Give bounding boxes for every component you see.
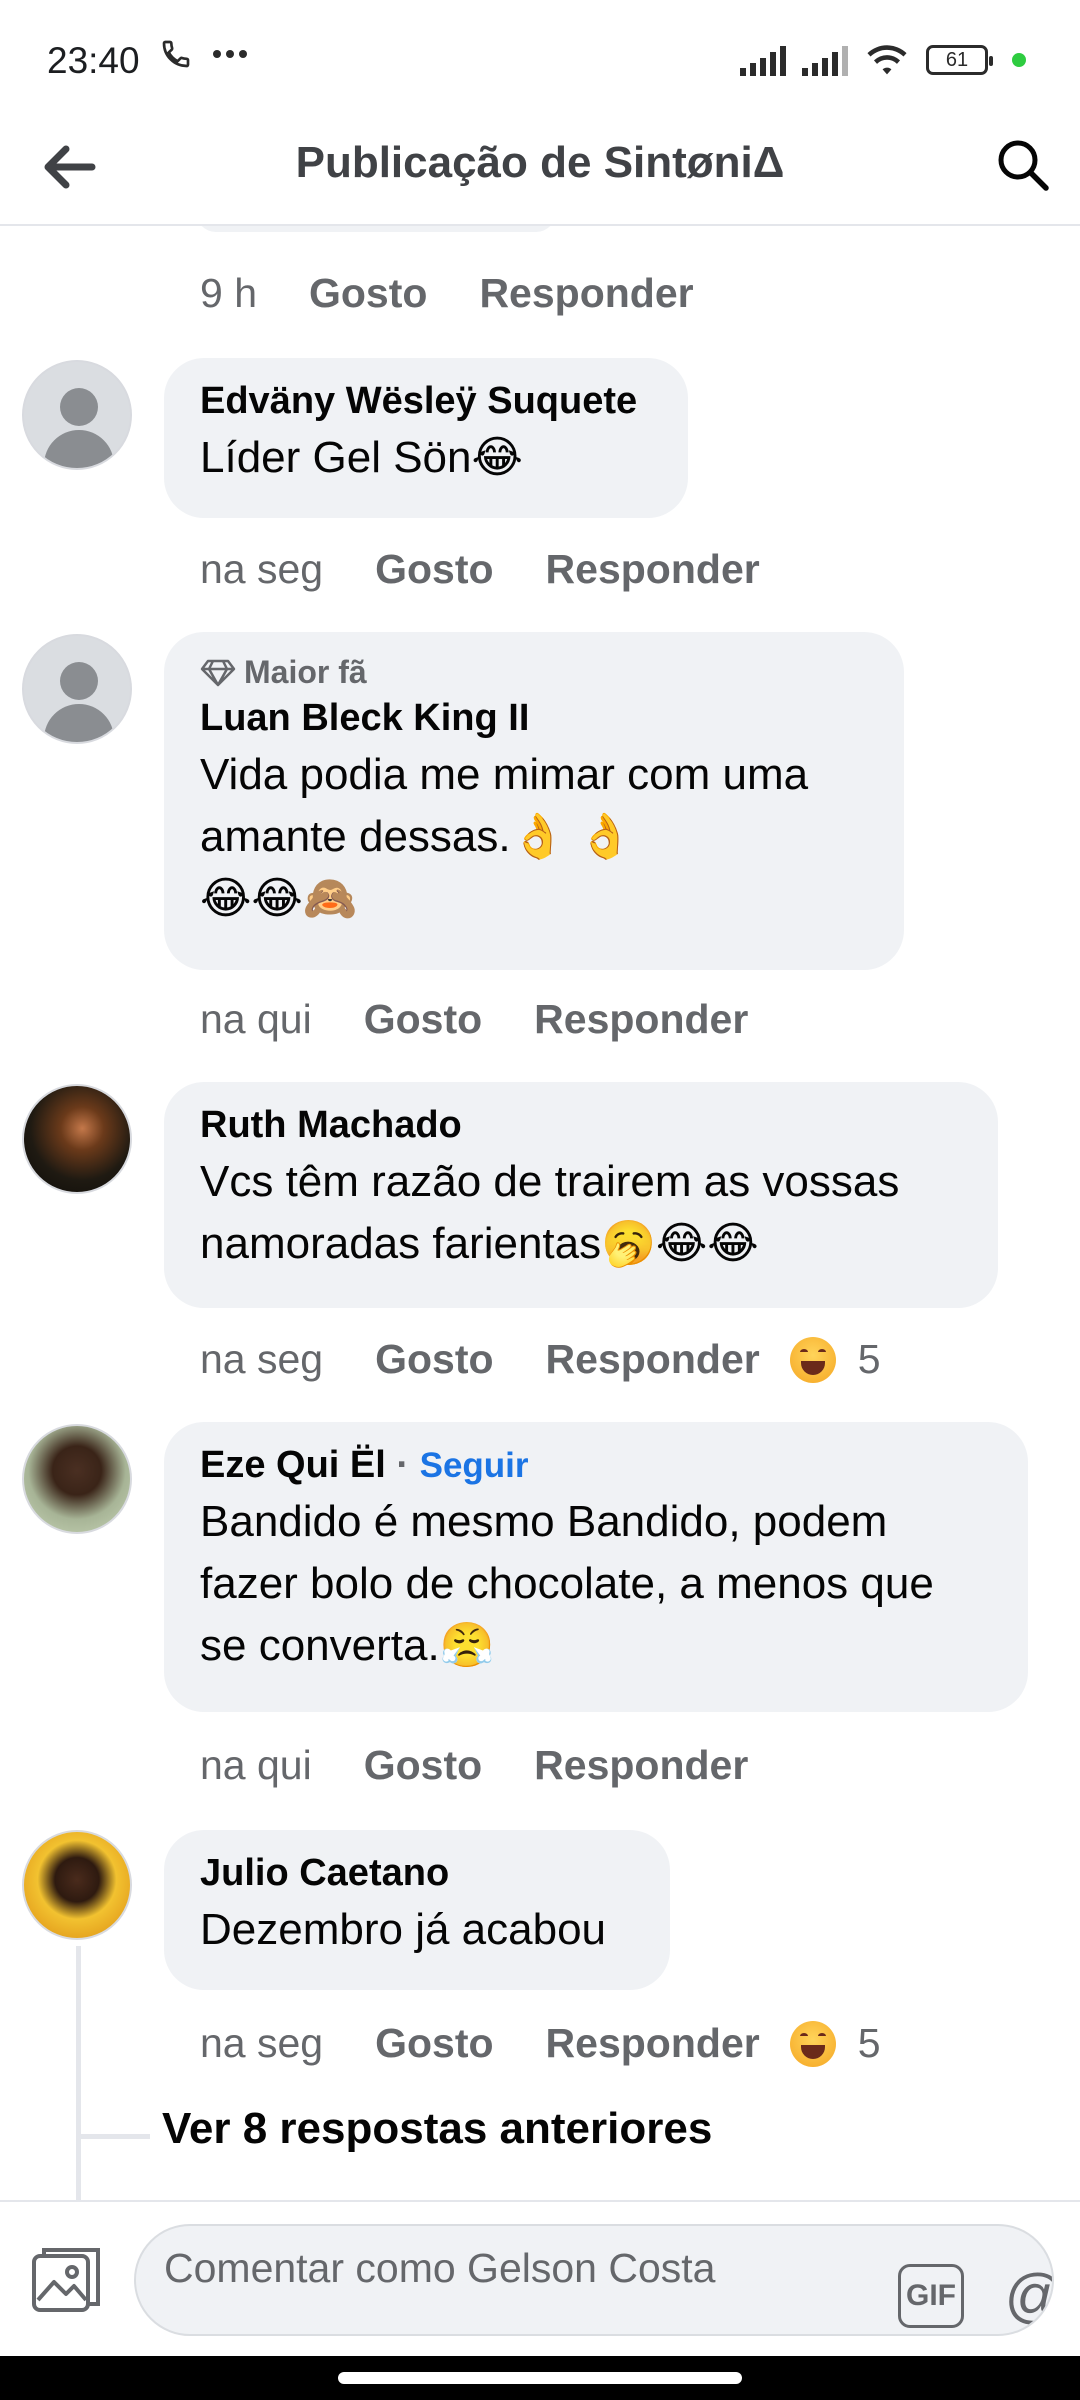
comment-text: Líder Gel Sön😂 (200, 433, 523, 482)
reply-button[interactable]: Responder (534, 1742, 748, 1789)
like-button[interactable]: Gosto (364, 1742, 482, 1789)
like-button[interactable]: Gosto (309, 270, 427, 317)
comment-bubble[interactable]: Edväny Wësleÿ Suquete Líder Gel Sön😂 (164, 358, 688, 518)
comments-feed[interactable]: 9 h Gosto Responder Edväny Wësleÿ Suquet… (0, 226, 1080, 2200)
comment-time: 9 h (200, 270, 257, 316)
comment-text-line: se converta.😤 (200, 1621, 495, 1670)
system-nav-bar (0, 2356, 1080, 2400)
like-button[interactable]: Gosto (364, 996, 482, 1043)
photo-icon (32, 2248, 100, 2312)
comment-author[interactable]: Luan Bleck King II (200, 697, 868, 740)
comment-time: na seg (200, 546, 324, 592)
diamond-icon (200, 659, 236, 686)
status-bar: 23:40 61 (0, 0, 1080, 110)
comment-actions: na qui Gosto Responder (200, 996, 800, 1043)
comment-composer: Comentar como Gelson Costa GIF @ (0, 2200, 1080, 2356)
gif-icon[interactable]: GIF (898, 2264, 964, 2328)
search-icon (998, 140, 1049, 191)
reply-button[interactable]: Responder (479, 270, 693, 317)
signal-icon (740, 44, 786, 76)
haha-reaction-icon (789, 1336, 836, 1383)
more-dots-icon (213, 50, 247, 58)
search-button[interactable] (988, 130, 1058, 200)
comment-text-line: Bandido é mesmo Bandido, podem (200, 1497, 888, 1546)
reply-thread-connector (80, 2134, 150, 2139)
comment-text-line: namoradas farientas🥱😂😂 (200, 1219, 759, 1268)
comment-bubble[interactable]: Julio Caetano Dezembro já acabou (164, 1830, 670, 1990)
like-button[interactable]: Gosto (375, 1336, 493, 1383)
comment-text: Dezembro já acabou (200, 1905, 607, 1954)
phone-call-icon (162, 40, 190, 68)
comment-time: na seg (200, 1336, 324, 1382)
comment-bubble[interactable]: Ruth Machado Vcs têm razão de trairem as… (164, 1082, 998, 1308)
green-dot-icon (1012, 53, 1026, 67)
like-button[interactable]: Gosto (375, 546, 493, 593)
wifi-icon (867, 45, 907, 75)
avatar[interactable] (22, 1084, 132, 1194)
status-time: 23:40 (47, 40, 140, 81)
reply-button[interactable]: Responder (534, 996, 748, 1043)
comment-time: na seg (200, 2020, 324, 2066)
follow-button[interactable]: Seguir (420, 1446, 529, 1485)
comment-text-line: amante dessas.👌 👌 (200, 812, 633, 861)
comment-actions: na seg Gosto Responder 5 (200, 1336, 881, 1383)
avatar[interactable] (22, 634, 132, 744)
reaction-count: 5 (857, 1336, 881, 1382)
previous-comment-bubble (196, 226, 556, 232)
comment-actions: 9 h Gosto Responder (200, 270, 746, 317)
reply-button[interactable]: Responder (546, 2020, 760, 2067)
signal-icon (802, 44, 848, 76)
home-gesture-handle[interactable] (338, 2372, 742, 2384)
page-title: Publicação de SintøniΔ (295, 138, 785, 187)
comment-author[interactable]: Ruth Machado (200, 1104, 962, 1147)
haha-reaction-icon (789, 2020, 836, 2067)
comment-placeholder: Comentar como Gelson Costa (164, 2245, 716, 2291)
top-fan-badge: Maior fã (200, 654, 868, 691)
comment-bubble[interactable]: Eze Qui Ël · Seguir Bandido é mesmo Band… (164, 1422, 1028, 1712)
avatar[interactable] (22, 360, 132, 470)
comment-text-line: Vcs têm razão de trairem as vossas (200, 1157, 900, 1206)
comment-author[interactable]: Edväny Wësleÿ Suquete (200, 380, 652, 423)
reaction-summary[interactable]: 5 (789, 1336, 881, 1383)
comment-text-line: 😂😂🙈 (200, 874, 358, 923)
comment-time: na qui (200, 1742, 312, 1788)
comment-time: na qui (200, 996, 312, 1042)
comment-text-line: fazer bolo de chocolate, a menos que (200, 1559, 934, 1608)
reply-button[interactable]: Responder (546, 1336, 760, 1383)
comment-author[interactable]: Eze Qui Ël (200, 1444, 386, 1486)
header: Publicação de SintøniΔ (0, 110, 1080, 226)
avatar[interactable] (22, 1424, 132, 1534)
view-previous-replies-link[interactable]: Ver 8 respostas anteriores (162, 2104, 712, 2154)
comment-text-line: Vida podia me mimar com uma (200, 750, 809, 799)
comment-author[interactable]: Julio Caetano (200, 1852, 634, 1895)
reply-thread-line (76, 1946, 81, 2200)
mention-icon[interactable]: @ (1000, 2260, 1052, 2330)
reaction-summary[interactable]: 5 (789, 2020, 881, 2067)
badge-label: Maior fã (244, 654, 367, 690)
reaction-count: 5 (857, 2020, 881, 2066)
comment-input[interactable]: Comentar como Gelson Costa GIF @ (134, 2224, 1054, 2336)
like-button[interactable]: Gosto (375, 2020, 493, 2067)
comment-actions: na seg Gosto Responder (200, 546, 812, 593)
separator-dot: · (396, 1444, 410, 1486)
comment-actions: na qui Gosto Responder (200, 1742, 800, 1789)
battery-icon: 61 (926, 45, 993, 75)
comment-actions: na seg Gosto Responder 5 (200, 2020, 881, 2067)
photo-button[interactable] (28, 2242, 104, 2318)
comment-bubble[interactable]: Maior fã Luan Bleck King II Vida podia m… (164, 632, 904, 970)
reply-button[interactable]: Responder (546, 546, 760, 593)
avatar[interactable] (22, 1830, 132, 1940)
